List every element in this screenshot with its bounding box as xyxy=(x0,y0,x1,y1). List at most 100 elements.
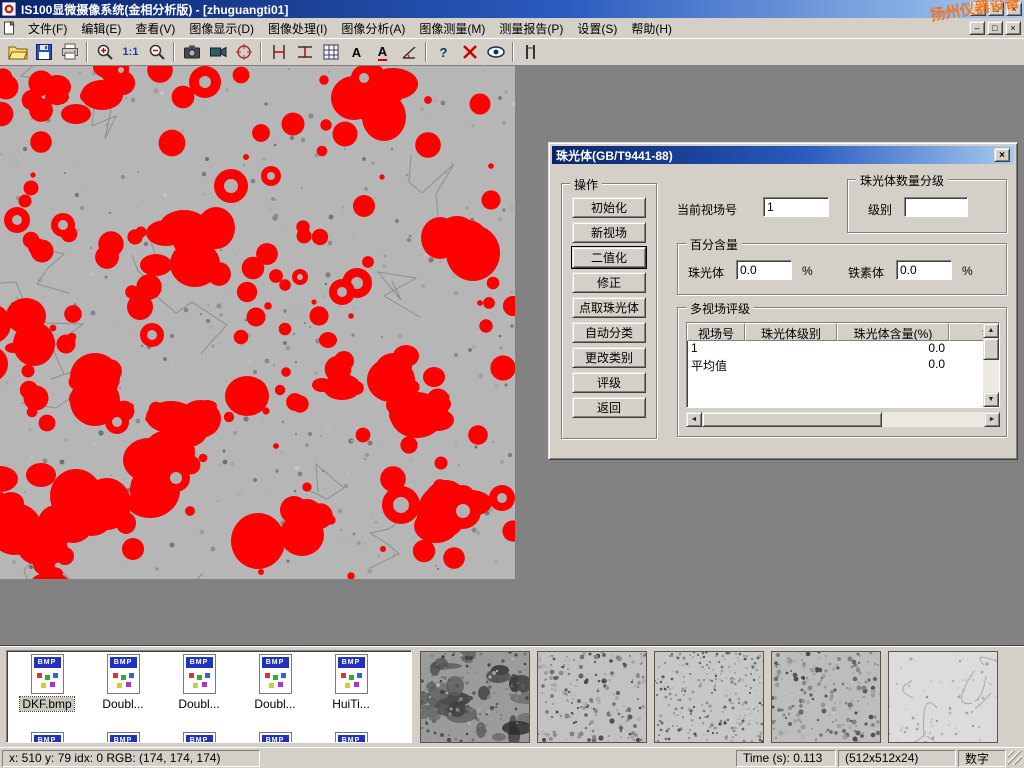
capture-icon[interactable] xyxy=(231,40,256,64)
close-button[interactable]: × xyxy=(1006,2,1022,16)
pearlite-dialog[interactable]: 珠光体(GB/T9441-88) × 操作 初始化新视场二值化修正点取珠光体自动… xyxy=(548,142,1018,460)
initialize-button[interactable]: 初始化 xyxy=(572,197,646,218)
table-cell: 0.0 xyxy=(837,357,949,373)
mode-status[interactable]: 数字 xyxy=(958,750,1006,767)
measure-horizontal-icon[interactable] xyxy=(292,40,317,64)
dialog-title-bar[interactable]: 珠光体(GB/T9441-88) × xyxy=(552,146,1014,164)
table-vertical-scrollbar[interactable]: ▲ ▼ xyxy=(983,323,999,407)
image-size-status: (512x512x24) xyxy=(838,750,956,767)
text-icon[interactable]: A xyxy=(344,40,369,64)
time-status: Time (s): 0.113 xyxy=(736,750,836,767)
file-list[interactable]: BMPDKF.bmpBMPDoubl...BMPDoubl...BMPDoubl… xyxy=(6,650,412,743)
resize-grip[interactable] xyxy=(1008,751,1022,765)
file-item-partial[interactable]: BMP xyxy=(313,732,389,743)
table-column-header[interactable]: 珠光体含量(%) xyxy=(837,323,949,341)
file-item[interactable]: BMPDoubl... xyxy=(237,654,313,711)
child-close-button[interactable]: × xyxy=(1005,21,1021,35)
save-icon[interactable] xyxy=(31,40,56,64)
pearlite-percent-input[interactable] xyxy=(736,260,792,280)
menu-item[interactable]: 帮助(H) xyxy=(624,18,679,39)
menu-item[interactable]: 图像测量(M) xyxy=(412,18,492,39)
bmp-badge: BMP xyxy=(338,657,365,668)
back-button[interactable]: 返回 xyxy=(572,397,646,418)
menu-item[interactable]: 图像分析(A) xyxy=(334,18,412,39)
measure-vertical-icon[interactable] xyxy=(266,40,291,64)
vertical-scrollbar-thumb[interactable] xyxy=(983,338,999,360)
binarize-button[interactable]: 二值化 xyxy=(572,247,646,268)
zoom-out-icon[interactable] xyxy=(144,40,169,64)
print-icon[interactable] xyxy=(57,40,82,64)
title-bar[interactable]: IS100显微摄像系统(金相分析版) - [zhuguangti01] – □ … xyxy=(0,0,1024,18)
pick-pearlite-button[interactable]: 点取珠光体 xyxy=(572,297,646,318)
table-horizontal-scrollbar[interactable]: ◄ ► xyxy=(686,412,1000,427)
one-to-one-icon[interactable]: 1:1 xyxy=(118,40,143,64)
auto-classify-button[interactable]: 自动分类 xyxy=(572,322,646,343)
scroll-right-button[interactable]: ► xyxy=(984,412,1000,427)
menu-item[interactable]: 查看(V) xyxy=(128,18,182,39)
bmp-file-icon: BMP xyxy=(183,654,216,694)
table-column-header[interactable]: 视场号 xyxy=(687,323,745,341)
menu-item[interactable]: 图像显示(D) xyxy=(182,18,261,39)
file-item[interactable]: BMPHuiTi... xyxy=(313,654,389,711)
file-item[interactable]: BMPDoubl... xyxy=(85,654,161,711)
scroll-left-button[interactable]: ◄ xyxy=(686,412,702,427)
zoom-in-icon[interactable] xyxy=(92,40,117,64)
table-row[interactable]: 10.0 xyxy=(687,341,999,357)
grade-button[interactable]: 评级 xyxy=(572,372,646,393)
text-style-icon[interactable]: A xyxy=(370,40,395,64)
menu-bar: 文件(F)编辑(E)查看(V)图像显示(D)图像处理(I)图像分析(A)图像测量… xyxy=(0,18,1024,38)
table-cell: 平均值 xyxy=(687,357,745,373)
file-item[interactable]: BMPDoubl... xyxy=(161,654,237,711)
image-thumbnail[interactable] xyxy=(420,651,530,743)
new-field-button[interactable]: 新视场 xyxy=(572,222,646,243)
micrograph-image[interactable] xyxy=(0,66,515,579)
bmp-file-icon: BMP xyxy=(107,732,140,743)
table-column-header[interactable]: 珠光体级别 xyxy=(745,323,837,341)
file-item-partial[interactable]: BMP xyxy=(237,732,313,743)
menu-item[interactable]: 图像处理(I) xyxy=(261,18,334,39)
grid-icon[interactable] xyxy=(318,40,343,64)
scroll-down-button[interactable]: ▼ xyxy=(983,392,999,407)
bmp-badge: BMP xyxy=(110,735,137,743)
document-icon[interactable] xyxy=(3,21,19,35)
cut-icon[interactable] xyxy=(457,40,482,64)
minimize-button[interactable]: – xyxy=(970,2,986,16)
eye-icon[interactable] xyxy=(483,40,508,64)
child-minimize-button[interactable]: – xyxy=(969,21,985,35)
video-icon[interactable] xyxy=(205,40,230,64)
child-restore-button[interactable]: □ xyxy=(987,21,1003,35)
scroll-up-button[interactable]: ▲ xyxy=(983,323,999,338)
caliper-icon[interactable] xyxy=(518,40,543,64)
bmp-file-icon: BMP xyxy=(107,654,140,694)
camera-icon[interactable] xyxy=(179,40,204,64)
menu-item[interactable]: 设置(S) xyxy=(570,18,624,39)
help-icon[interactable]: ? xyxy=(431,40,456,64)
image-thumbnail[interactable] xyxy=(654,651,764,743)
ferrite-percent-input[interactable] xyxy=(896,260,952,280)
level-input[interactable] xyxy=(904,197,968,217)
image-thumbnail[interactable] xyxy=(537,651,647,743)
maximize-button[interactable]: □ xyxy=(988,2,1004,16)
horizontal-scrollbar-thumb[interactable] xyxy=(702,412,882,427)
dialog-close-button[interactable]: × xyxy=(994,148,1010,162)
menu-item[interactable]: 编辑(E) xyxy=(74,18,128,39)
menu-item[interactable]: 文件(F) xyxy=(21,18,74,39)
image-thumbnail[interactable] xyxy=(888,651,998,743)
current-field-input[interactable] xyxy=(763,197,829,217)
file-item-partial[interactable]: BMP xyxy=(9,732,85,743)
bmp-file-icon: BMP xyxy=(259,654,292,694)
open-icon[interactable] xyxy=(5,40,30,64)
angle-icon[interactable] xyxy=(396,40,421,64)
toolbar-separator xyxy=(512,42,514,62)
table-row[interactable]: 平均值 0.0 xyxy=(687,357,999,373)
correct-button[interactable]: 修正 xyxy=(572,272,646,293)
change-class-button[interactable]: 更改类别 xyxy=(572,347,646,368)
file-name: DKF.bmp xyxy=(20,697,73,711)
menu-item[interactable]: 测量报告(P) xyxy=(492,18,570,39)
file-item-partial[interactable]: BMP xyxy=(85,732,161,743)
bmp-badge: BMP xyxy=(34,657,61,668)
current-field-label: 当前视场号 xyxy=(677,201,737,218)
file-item-partial[interactable]: BMP xyxy=(161,732,237,743)
image-thumbnail[interactable] xyxy=(771,651,881,743)
file-item[interactable]: BMP DKF.bmp xyxy=(9,654,85,711)
